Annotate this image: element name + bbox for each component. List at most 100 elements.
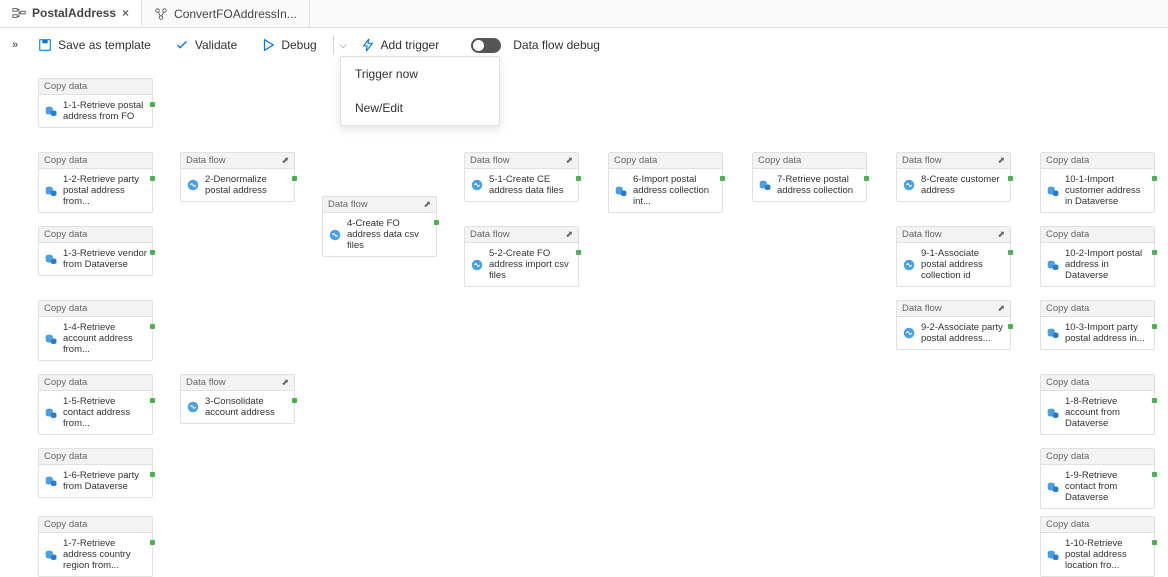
output-port[interactable]	[1152, 472, 1157, 477]
activity-type-label: Copy data	[44, 451, 87, 462]
expand-icon[interactable]: ⬈	[281, 377, 289, 388]
activity-label: 5-2-Create FO address import csv files	[489, 248, 573, 281]
output-port[interactable]	[1152, 176, 1157, 181]
save-label: Save as template	[58, 38, 151, 52]
output-port[interactable]	[1152, 540, 1157, 545]
activity-n3[interactable]: Data flow⬈3-Consolidate account address	[180, 374, 295, 424]
dataflow-icon	[154, 7, 168, 21]
activity-n108[interactable]: Copy data 1-8-Retrieve account from Datav…	[1040, 374, 1155, 435]
output-port[interactable]	[1152, 398, 1157, 403]
activity-type-label: Copy data	[1046, 155, 1089, 166]
activity-n8[interactable]: Data flow⬈8-Create customer address	[896, 152, 1011, 202]
expand-icon[interactable]: ⬈	[997, 155, 1005, 166]
activity-n109[interactable]: Copy data1-9-Retrieve contact from Datav…	[1040, 448, 1155, 509]
activity-n103[interactable]: Copy data10-3-Import party postal addres…	[1040, 300, 1155, 350]
expand-icon[interactable]: ⬈	[997, 229, 1005, 240]
activity-n11[interactable]: Copy data1-1-Retrieve postal address fro…	[38, 78, 153, 128]
expand-icon[interactable]: ⬈	[997, 303, 1005, 314]
expand-icon[interactable]: ⬈	[565, 229, 573, 240]
add-trigger-button[interactable]: Add trigger	[351, 31, 450, 59]
output-port[interactable]	[150, 324, 155, 329]
activity-n15[interactable]: Copy data1-5-Retrieve contact address fr…	[38, 374, 153, 435]
activity-n12[interactable]: Copy data1-2-Retrieve party postal addre…	[38, 152, 153, 213]
activity-n102[interactable]: Copy data 10-2-Import postal address in D…	[1040, 226, 1155, 287]
activity-type-label: Copy data	[758, 155, 801, 166]
copy-data-icon	[44, 104, 58, 118]
activity-type-label: Copy data	[1046, 303, 1089, 314]
activity-n17[interactable]: Copy data1-7-Retrieve address country re…	[38, 516, 153, 577]
activity-type-label: Copy data	[1046, 519, 1089, 530]
data-flow-icon	[186, 178, 200, 192]
expand-icon[interactable]: ⬈	[423, 199, 431, 210]
output-port[interactable]	[150, 398, 155, 403]
activity-label: 6-Import postal address collection int..…	[633, 174, 717, 207]
activity-type-label: Copy data	[1046, 229, 1089, 240]
copy-data-icon	[44, 548, 58, 562]
activity-label: 1-8-Retrieve account from Dataverse	[1065, 396, 1149, 429]
activity-label: 10-2-Import postal address in Dataverse	[1065, 248, 1149, 281]
tab-1[interactable]: ConvertFOAddressIn...	[142, 0, 310, 27]
activity-n6[interactable]: Copy data6-Import postal address collect…	[608, 152, 723, 213]
activity-n16[interactable]: Copy data 1-6-Retrieve party from Dataver…	[38, 448, 153, 498]
output-port[interactable]	[1008, 176, 1013, 181]
output-port[interactable]	[150, 540, 155, 545]
close-icon[interactable]: ×	[122, 6, 129, 20]
validate-button[interactable]: Validate	[165, 31, 247, 59]
output-port[interactable]	[1152, 324, 1157, 329]
activity-n14[interactable]: Copy data1-4-Retrieve account address fr…	[38, 300, 153, 361]
activity-type-label: Copy data	[44, 303, 87, 314]
output-port[interactable]	[1008, 250, 1013, 255]
copy-data-icon	[758, 178, 772, 192]
copy-data-icon	[1046, 326, 1060, 340]
tab-0[interactable]: PostalAddress ×	[0, 0, 142, 27]
activity-label: 9-2-Associate party postal address...	[921, 322, 1005, 344]
output-port[interactable]	[150, 102, 155, 107]
output-port[interactable]	[1008, 324, 1013, 329]
expand-icon[interactable]: ⬈	[281, 155, 289, 166]
output-port[interactable]	[864, 176, 869, 181]
menu-trigger-now[interactable]: Trigger now	[341, 57, 499, 91]
save-as-template-button[interactable]: Save as template	[28, 31, 161, 59]
activity-type-label: Copy data	[44, 229, 87, 240]
copy-data-icon	[44, 184, 58, 198]
output-port[interactable]	[576, 176, 581, 181]
activity-n52[interactable]: Data flow ⬈ 5-2-Create FO address import c…	[464, 226, 579, 287]
output-port[interactable]	[150, 176, 155, 181]
output-port[interactable]	[576, 250, 581, 255]
debug-dropdown-caret[interactable]: ⌵	[340, 40, 347, 51]
activity-n110[interactable]: Copy data 1-10-Retrieve postal address lo…	[1040, 516, 1155, 577]
output-port[interactable]	[1152, 250, 1157, 255]
expand-icon[interactable]: ⬈	[565, 155, 573, 166]
data-flow-debug-toggle[interactable]: Data flow debug	[461, 31, 610, 59]
activity-n92[interactable]: Data flow⬈9-2-Associate party postal add…	[896, 300, 1011, 350]
activity-type-label: Copy data	[1046, 377, 1089, 388]
activity-n51[interactable]: Data flow⬈5-1-Create CE address data fil…	[464, 152, 579, 202]
save-icon	[38, 38, 52, 52]
activity-type-label: Copy data	[44, 377, 87, 388]
debug-label: Debug	[281, 38, 316, 52]
data-flow-icon	[470, 258, 484, 272]
copy-data-icon	[44, 332, 58, 346]
activity-n13[interactable]: Copy data1-3-Retrieve vendor from Datave…	[38, 226, 153, 276]
output-port[interactable]	[150, 472, 155, 477]
activity-label: 1-10-Retrieve postal address location fr…	[1065, 538, 1149, 571]
output-port[interactable]	[434, 220, 439, 225]
activity-n101[interactable]: Copy data10-1-Import customer address in…	[1040, 152, 1155, 213]
copy-data-icon	[614, 184, 628, 198]
activity-type-label: Data flow	[470, 229, 510, 240]
check-icon	[175, 38, 189, 52]
expand-pane-icon[interactable]: »	[6, 39, 24, 51]
activity-label: 1-6-Retrieve party from Dataverse	[63, 470, 147, 492]
activity-type-label: Copy data	[1046, 451, 1089, 462]
menu-new-edit[interactable]: New/Edit	[341, 91, 499, 125]
activity-n7[interactable]: Copy data7-Retrieve postal address colle…	[752, 152, 867, 202]
output-port[interactable]	[292, 398, 297, 403]
activity-n4[interactable]: Data flow⬈4-Create FO address data csv f…	[322, 196, 437, 257]
output-port[interactable]	[150, 250, 155, 255]
activity-n91[interactable]: Data flow⬈9-1-Associate postal address c…	[896, 226, 1011, 287]
activity-n2[interactable]: Data flow⬈2-Denormalize postal address	[180, 152, 295, 202]
tab-label: PostalAddress	[32, 6, 116, 20]
debug-button[interactable]: Debug	[251, 31, 326, 59]
output-port[interactable]	[292, 176, 297, 181]
output-port[interactable]	[720, 176, 725, 181]
